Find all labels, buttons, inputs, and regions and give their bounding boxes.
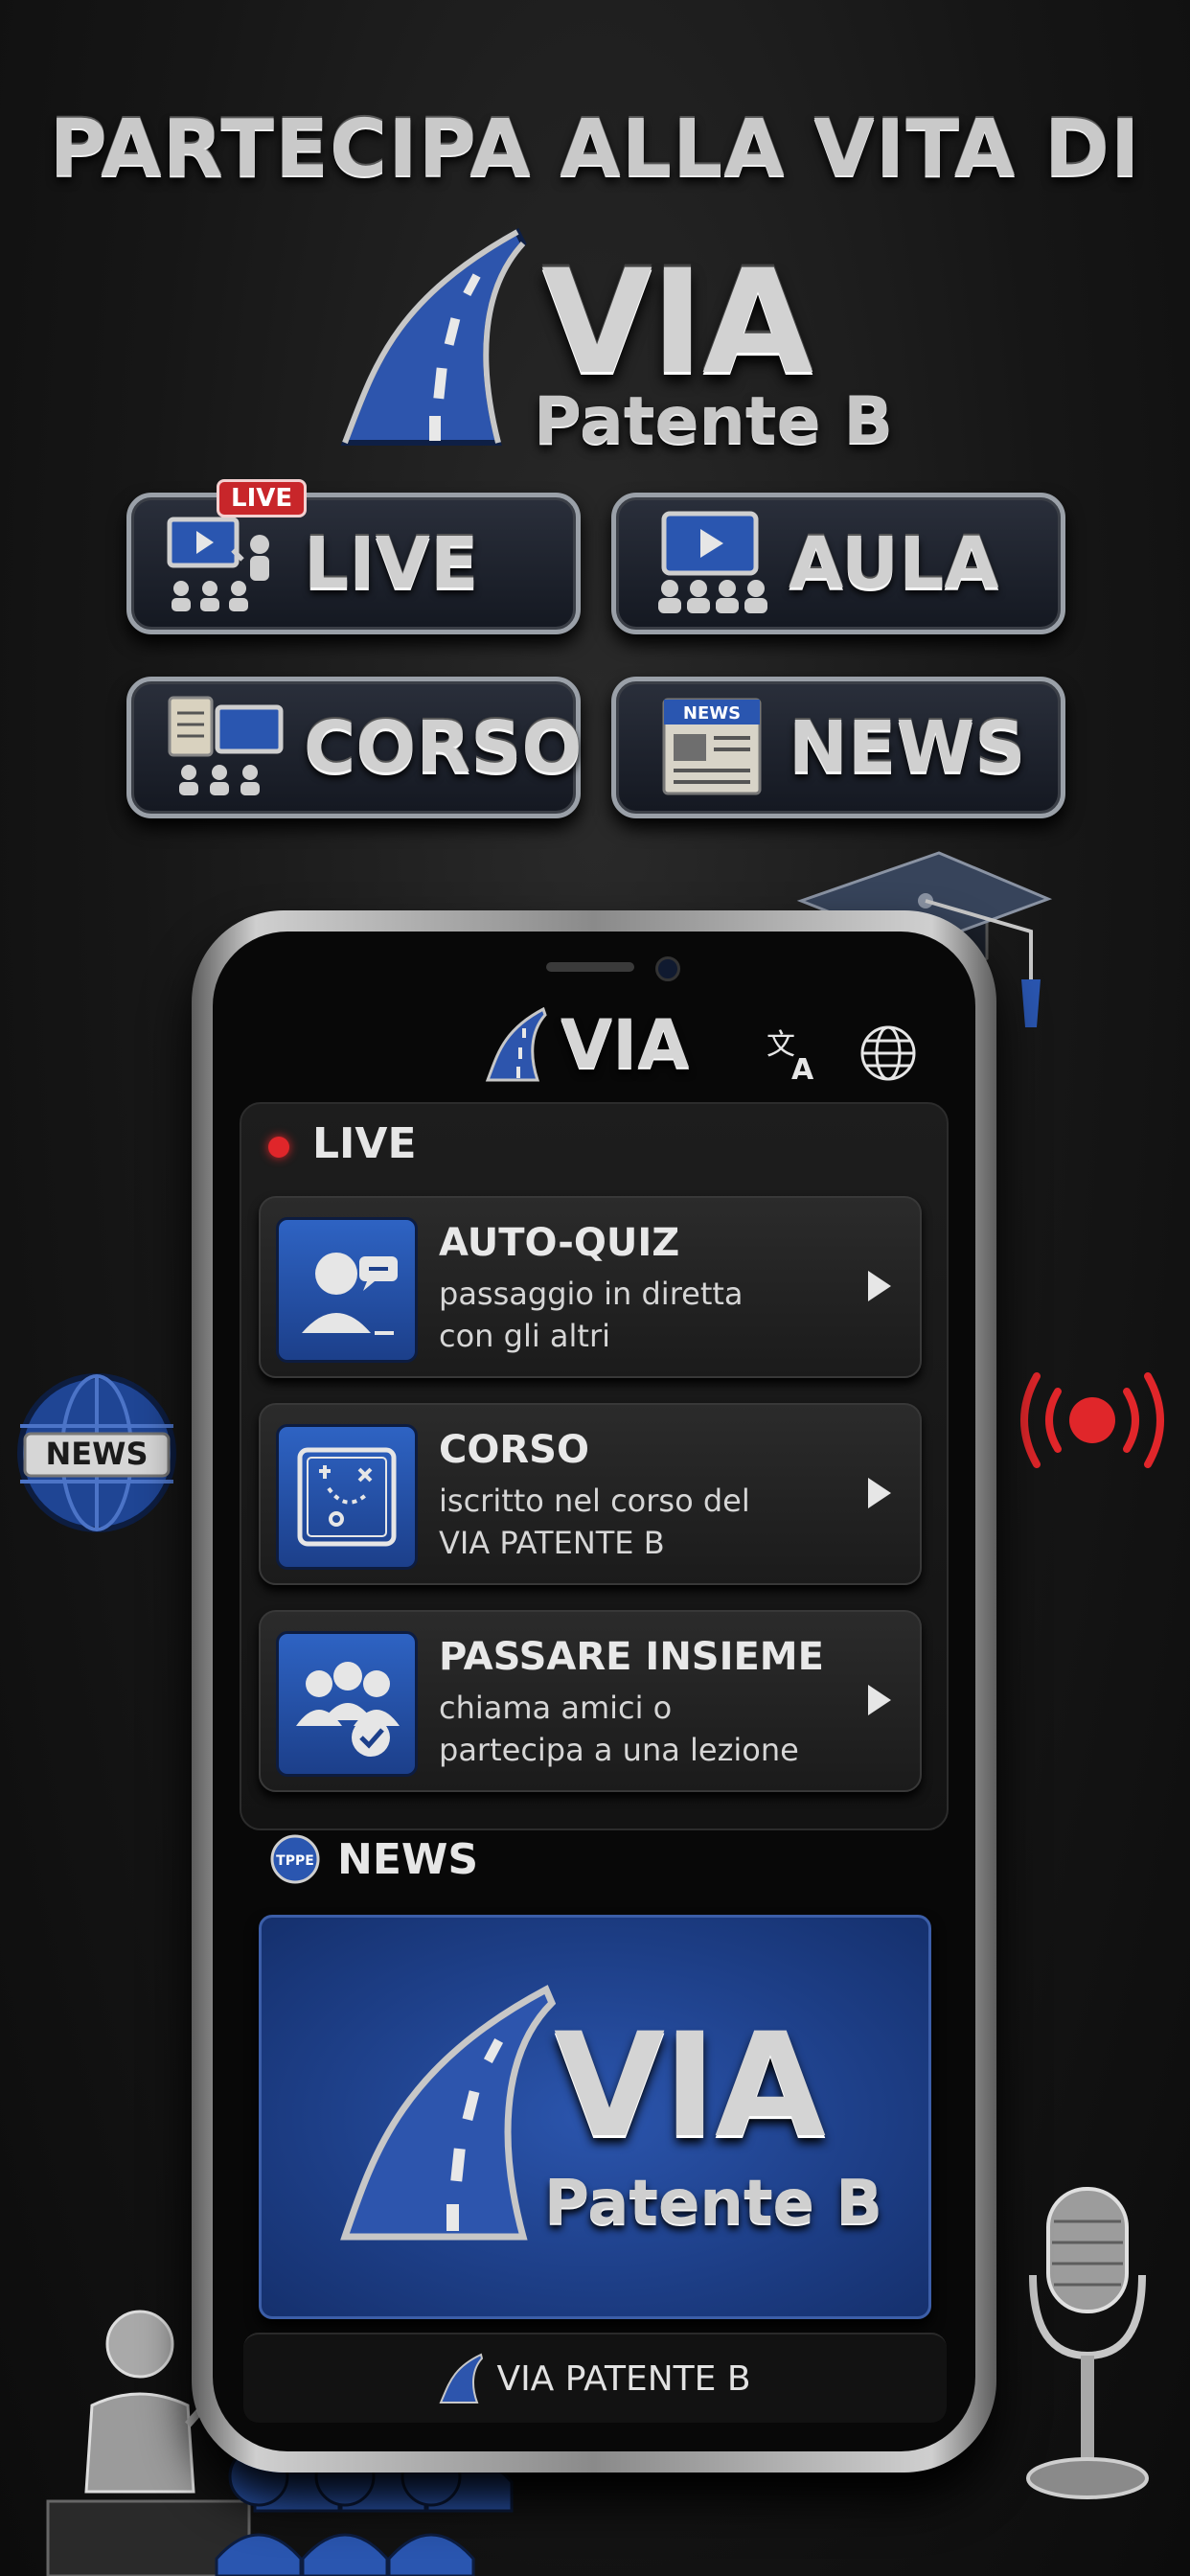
live-tag: LIVE	[217, 479, 308, 518]
news-section-header: TPPE NEWS	[268, 1832, 478, 1886]
headline: PARTECIPA ALLA VITA DI	[49, 104, 1141, 195]
phone-camera	[655, 956, 680, 981]
news-card-subtitle: Patente B	[544, 2168, 882, 2239]
live-item-description: chiama amici o partecipa a una lezione	[439, 1687, 803, 1771]
news-section-title: NEWS	[337, 1834, 479, 1884]
news-globe-icon: NEWS	[17, 1373, 176, 1532]
live-item-passare-insieme[interactable]: PASSARE INSIEME chiama amici o partecipa…	[259, 1610, 922, 1792]
app-title: VIA	[561, 1005, 690, 1084]
badge-live-label: LIVE	[304, 522, 479, 605]
live-item-line: VIA PATENTE B	[439, 1525, 665, 1561]
badge-corso-label: CORSO	[304, 706, 583, 789]
badge-corso[interactable]: CORSO	[126, 677, 583, 818]
play-arrow-icon	[868, 1478, 891, 1508]
live-teacher-icon	[167, 517, 269, 611]
app-header: VIA	[484, 1005, 690, 1084]
news-globe-small-icon: TPPE	[270, 1834, 320, 1884]
live-item-title: CORSO	[439, 1428, 589, 1472]
live-item-line: partecipa a una lezione	[439, 1732, 799, 1768]
play-arrow-icon	[868, 1271, 891, 1301]
newspaper-tag: NEWS	[683, 703, 741, 724]
live-item-auto-quiz[interactable]: AUTO-QUIZ passaggio in diretta con gli a…	[259, 1196, 922, 1378]
translate-icon[interactable]: 文 A	[765, 1024, 824, 1083]
newspaper-icon: NEWS	[662, 698, 762, 795]
news-globe-label: NEWS	[46, 1436, 149, 1472]
live-item-title: AUTO-QUIZ	[439, 1221, 680, 1265]
live-item-description: passaggio in diretta con gli altri	[439, 1273, 803, 1357]
tactics-board-icon	[276, 1424, 418, 1570]
live-item-line: iscritto nel corso del	[439, 1483, 750, 1519]
globe-icon[interactable]	[858, 1024, 918, 1083]
live-item-title: PASSARE INSIEME	[439, 1635, 824, 1679]
microphone-icon	[1026, 2187, 1149, 2499]
live-item-line: passaggio in diretta	[439, 1276, 744, 1312]
badge-aula[interactable]: AULA	[611, 493, 1065, 634]
road-logo-icon	[340, 1985, 556, 2241]
badge-news-label: NEWS	[789, 706, 1026, 789]
live-section-title: LIVE	[312, 1119, 417, 1168]
news-badge-text: TPPE	[276, 1853, 314, 1869]
svg-text:A: A	[791, 1053, 814, 1083]
live-indicator	[268, 1137, 289, 1158]
brand-name: VIA	[541, 240, 813, 406]
badge-aula-label: AULA	[789, 522, 999, 605]
road-logo-icon	[485, 1007, 547, 1082]
group-check-icon	[276, 1631, 418, 1777]
live-item-line: con gli altri	[439, 1318, 610, 1354]
badge-live[interactable]: LIVE	[126, 493, 581, 634]
live-item-corso[interactable]: CORSO iscritto nel corso del VIA PATENTE…	[259, 1403, 922, 1585]
live-item-line: chiama amici o	[439, 1690, 673, 1726]
user-chat-icon	[276, 1217, 418, 1363]
live-item-description: iscritto nel corso del VIA PATENTE B	[439, 1480, 803, 1564]
play-arrow-icon	[868, 1685, 891, 1715]
road-logo-icon	[340, 227, 527, 446]
course-board-icon	[168, 696, 284, 795]
badge-news[interactable]: NEWS NEWS	[611, 677, 1065, 818]
footer-label: VIA PATENTE B	[496, 2358, 751, 2399]
brand-subtitle: Patente B	[534, 383, 894, 459]
app-footer: VIA PATENTE B	[243, 2333, 947, 2423]
broadcast-signal-icon	[1020, 1372, 1164, 1468]
classroom-screen-icon	[658, 511, 767, 613]
phone-speaker	[546, 962, 634, 972]
news-card-brand: VIA	[554, 2003, 826, 2170]
road-logo-icon	[439, 2353, 484, 2404]
